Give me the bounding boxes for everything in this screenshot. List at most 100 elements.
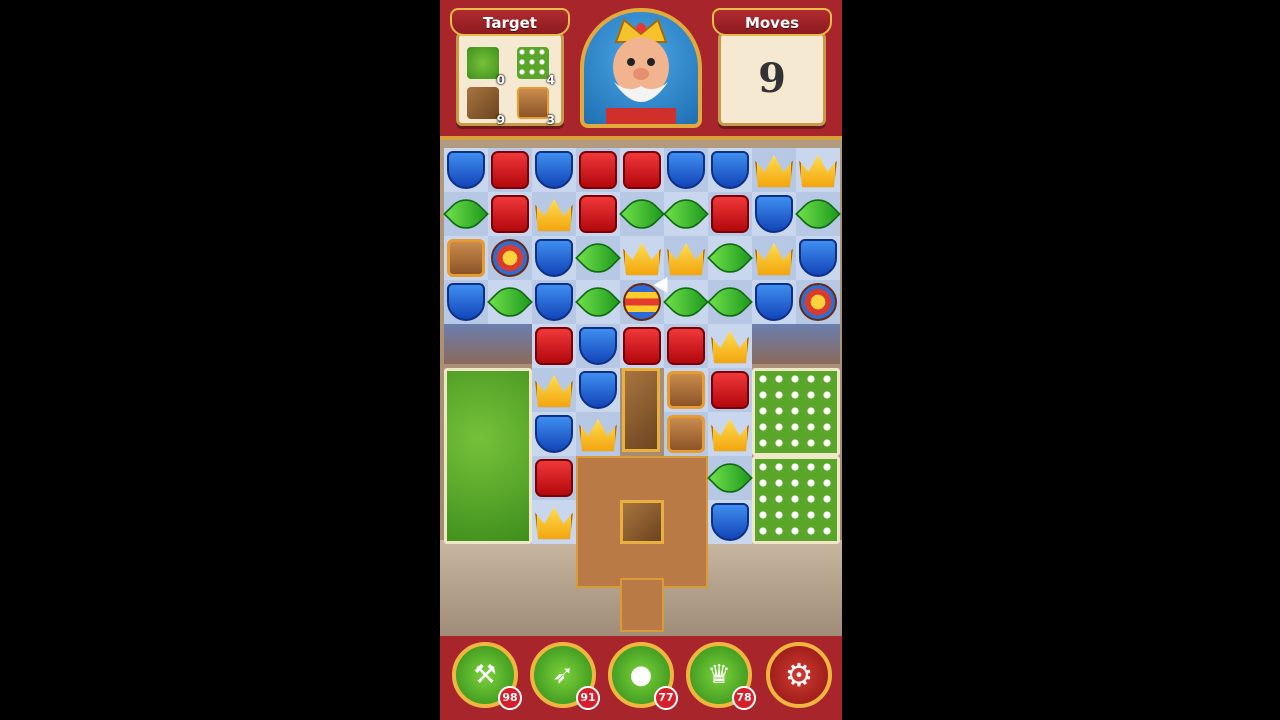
target-hedge: 0 <box>465 45 505 87</box>
board-cell[interactable] <box>575 279 621 325</box>
cannon-count-badge: 77 <box>654 686 678 710</box>
board-cell[interactable] <box>576 148 620 192</box>
crate-obstacle[interactable] <box>622 368 660 452</box>
crown-icon <box>535 506 573 540</box>
board-cell[interactable] <box>663 191 709 237</box>
shield-icon <box>755 195 793 233</box>
board-cell[interactable] <box>796 280 840 324</box>
flower-bed[interactable] <box>752 368 840 456</box>
board-cell[interactable] <box>532 236 576 280</box>
crown-icon <box>667 242 705 276</box>
board-cell[interactable] <box>576 368 620 412</box>
crown-icon <box>535 374 573 408</box>
jester-icon <box>491 239 529 277</box>
board-cell[interactable] <box>796 148 840 192</box>
target-crate: 9 <box>465 85 505 127</box>
hammer-icon: ⚒ <box>473 660 497 690</box>
board-cell[interactable] <box>488 148 532 192</box>
cube-icon <box>491 151 529 189</box>
dirt-area <box>620 578 664 632</box>
board-cell[interactable] <box>664 368 708 412</box>
board-cell[interactable] <box>752 192 796 236</box>
jester-hat-booster-button[interactable]: ♛ 78 <box>686 642 756 710</box>
board-cell[interactable] <box>664 236 708 280</box>
leaf-icon <box>487 279 533 325</box>
crown-icon <box>535 198 573 232</box>
crown-icon <box>623 242 661 276</box>
leaf-icon <box>619 191 665 237</box>
board-cell[interactable] <box>487 279 533 325</box>
board-cell[interactable] <box>532 148 576 192</box>
hammer-booster-button[interactable]: ⚒ 98 <box>452 642 522 710</box>
arrow-booster-button[interactable]: ➶ 91 <box>530 642 600 710</box>
crown-icon <box>755 242 793 276</box>
leaf-icon <box>707 279 753 325</box>
settings-button[interactable]: ⚙ <box>766 642 832 708</box>
target-panel: Target 0 4 9 3 <box>450 8 570 127</box>
target-box: 3 <box>515 85 555 127</box>
board-cell[interactable] <box>752 148 796 192</box>
target-box-count: 3 <box>546 113 555 127</box>
target-crate-count: 9 <box>496 113 505 127</box>
board-cell[interactable] <box>752 236 796 280</box>
board-cell[interactable] <box>708 368 752 412</box>
board-cell[interactable] <box>708 324 752 368</box>
cannon-icon: ● <box>629 660 653 690</box>
wall-decoration <box>444 324 532 364</box>
board-cell[interactable] <box>620 236 664 280</box>
board-cell[interactable] <box>708 500 752 544</box>
board-cell[interactable] <box>576 324 620 368</box>
board-cell[interactable] <box>620 324 664 368</box>
board-cell[interactable] <box>796 236 840 280</box>
board-cell[interactable] <box>664 148 708 192</box>
buried-crate[interactable] <box>620 500 664 544</box>
leaf-icon <box>707 455 753 501</box>
board-cell[interactable] <box>444 148 488 192</box>
board-cell[interactable] <box>707 279 753 325</box>
board-cell[interactable] <box>532 368 576 412</box>
board-cell[interactable] <box>575 235 621 281</box>
game-board[interactable] <box>443 148 841 632</box>
shield-icon <box>535 239 573 277</box>
cube-icon <box>491 195 529 233</box>
shield-icon <box>711 151 749 189</box>
crown-icon <box>579 418 617 452</box>
board-cell[interactable] <box>620 148 664 192</box>
cube-icon <box>535 327 573 365</box>
board-cell[interactable] <box>752 280 796 324</box>
board-cell[interactable] <box>532 412 576 456</box>
wall-decoration <box>752 324 840 364</box>
board-cell[interactable] <box>708 148 752 192</box>
board-cell[interactable] <box>532 280 576 324</box>
shield-icon <box>579 371 617 409</box>
board-cell[interactable] <box>708 192 752 236</box>
board-cell[interactable] <box>576 192 620 236</box>
shield-icon <box>447 151 485 189</box>
flower-bed[interactable] <box>752 456 840 544</box>
board-cell[interactable] <box>664 324 708 368</box>
board-cell[interactable] <box>488 192 532 236</box>
booster-bar: ⚒ 98 ➶ 91 ● 77 ♛ 78 ⚙ <box>440 636 842 720</box>
board-cell[interactable] <box>444 236 488 280</box>
board-cell[interactable] <box>488 236 532 280</box>
board-cell[interactable] <box>707 455 753 501</box>
board-cell[interactable] <box>708 412 752 456</box>
board-cell[interactable] <box>664 412 708 456</box>
board-cell[interactable] <box>576 412 620 456</box>
crown-icon <box>711 330 749 364</box>
board-cell[interactable] <box>532 324 576 368</box>
board-cell[interactable] <box>444 280 488 324</box>
cannon-booster-button[interactable]: ● 77 <box>608 642 678 710</box>
box-icon <box>667 415 705 453</box>
board-cell[interactable] <box>443 191 489 237</box>
board-cell[interactable] <box>532 192 576 236</box>
board-cell[interactable] <box>707 235 753 281</box>
board-cell[interactable] <box>532 500 576 544</box>
board-cell[interactable] <box>532 456 576 500</box>
box-icon <box>447 239 485 277</box>
board-cell[interactable] <box>795 191 841 237</box>
king-portrait-icon <box>606 18 676 124</box>
cube-icon <box>579 151 617 189</box>
board-cell[interactable] <box>619 191 665 237</box>
topiary-bear-hedge[interactable] <box>444 368 532 544</box>
